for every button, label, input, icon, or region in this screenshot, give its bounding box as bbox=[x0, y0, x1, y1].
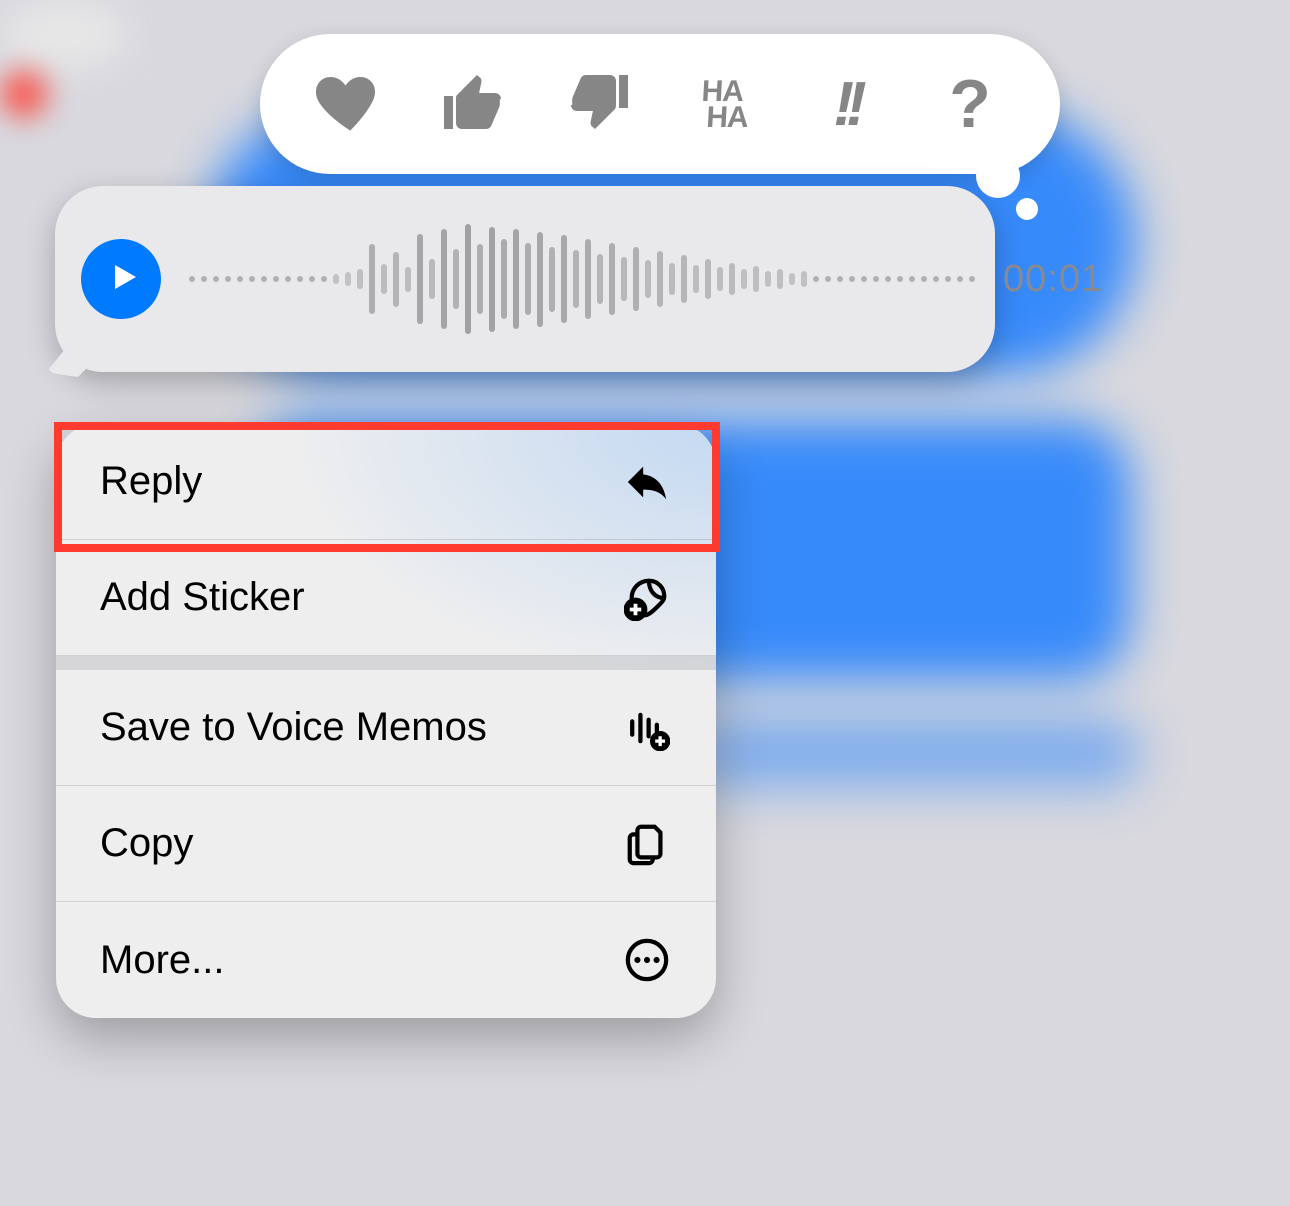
context-menu: Reply Add Sticker Save to Voice Memos bbox=[56, 424, 716, 1018]
menu-item-label: Reply bbox=[100, 459, 202, 504]
reaction-question[interactable]: ? bbox=[925, 59, 1015, 149]
reaction-thumbs-up[interactable] bbox=[429, 59, 519, 149]
question-icon: ? bbox=[949, 65, 991, 143]
reaction-haha[interactable]: HA HA bbox=[677, 59, 767, 149]
reaction-emphasize[interactable]: !! bbox=[801, 59, 891, 149]
menu-item-label: Copy bbox=[100, 821, 193, 866]
audio-duration: 00:01 bbox=[1003, 258, 1103, 301]
sticker-icon bbox=[622, 573, 672, 623]
reply-icon bbox=[622, 457, 672, 507]
exclamation-icon: !! bbox=[833, 69, 858, 140]
copy-icon bbox=[622, 819, 672, 869]
menu-item-label: More... bbox=[100, 938, 224, 983]
bubble-tail bbox=[46, 327, 98, 379]
more-icon bbox=[622, 935, 672, 985]
thumbs-down-icon bbox=[562, 66, 634, 143]
menu-item-copy[interactable]: Copy bbox=[56, 786, 716, 902]
haha-icon: HA HA bbox=[694, 79, 750, 130]
tapback-tail bbox=[1016, 198, 1038, 220]
play-icon bbox=[100, 259, 142, 300]
background-blur bbox=[0, 70, 48, 118]
background-blur bbox=[0, 0, 130, 70]
menu-item-more[interactable]: More... bbox=[56, 902, 716, 1018]
voice-message-bubble[interactable]: 00:01 bbox=[55, 186, 995, 372]
menu-item-add-sticker[interactable]: Add Sticker bbox=[56, 540, 716, 656]
tapback-bar: HA HA !! ? bbox=[260, 34, 1060, 174]
voicememo-icon bbox=[622, 703, 672, 753]
tapback-tail bbox=[976, 154, 1020, 198]
menu-separator bbox=[56, 656, 716, 670]
reaction-heart[interactable] bbox=[305, 59, 395, 149]
thumbs-up-icon bbox=[438, 66, 510, 143]
menu-item-label: Save to Voice Memos bbox=[100, 705, 487, 750]
menu-item-label: Add Sticker bbox=[100, 575, 305, 620]
heart-icon bbox=[314, 66, 386, 143]
play-button[interactable] bbox=[81, 239, 161, 319]
background-bubble bbox=[690, 720, 1140, 790]
audio-waveform bbox=[189, 219, 975, 339]
menu-item-save-voice-memos[interactable]: Save to Voice Memos bbox=[56, 670, 716, 786]
menu-item-reply[interactable]: Reply bbox=[56, 424, 716, 540]
reaction-thumbs-down[interactable] bbox=[553, 59, 643, 149]
